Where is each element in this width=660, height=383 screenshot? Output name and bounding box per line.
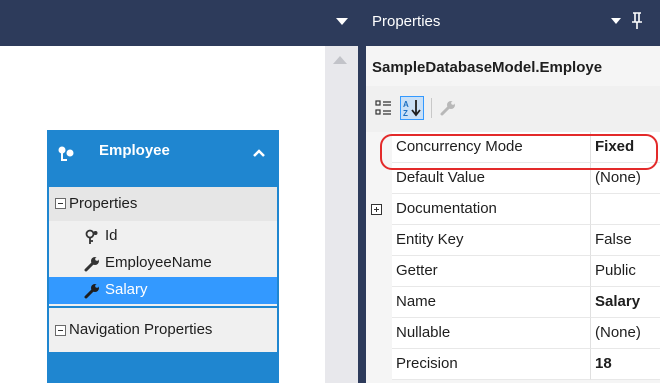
vertical-scrollbar[interactable] [325, 46, 358, 383]
object-selector[interactable]: SampleDatabaseModel.Employe [366, 46, 660, 86]
property-value: Salary [595, 293, 641, 310]
property-row-default-value[interactable]: Default Value (None) [366, 163, 660, 194]
property-name: Documentation [396, 200, 497, 217]
property-name: Nullable [396, 324, 451, 341]
property-name-cell[interactable]: Name [392, 287, 591, 318]
property-value-cell[interactable]: False [591, 225, 660, 256]
toolbar-divider [431, 98, 432, 118]
row-gutter [366, 225, 392, 256]
wrench-icon[interactable] [438, 98, 458, 118]
property-name-cell[interactable]: Concurrency Mode [392, 132, 591, 163]
designer-tab-bar [0, 0, 358, 46]
entity-title: Employee [99, 142, 170, 159]
property-row-name[interactable]: Name Salary [366, 287, 660, 318]
entity-shape[interactable]: Employee Properties Id EmployeeName Sala… [47, 130, 279, 383]
navigation-properties-section: Navigation Properties [49, 308, 277, 352]
wrench-icon [84, 284, 99, 299]
property-value-cell[interactable] [591, 194, 660, 225]
property-name-cell[interactable]: Precision [392, 349, 591, 380]
sort-az-button[interactable]: A Z [400, 96, 424, 120]
sort-az-icon: A Z [403, 100, 421, 118]
designer-dropdown-arrow-icon[interactable] [336, 18, 348, 25]
key-icon [85, 229, 98, 244]
entity-header[interactable]: Employee [47, 130, 279, 187]
entity-property-label: EmployeeName [105, 254, 212, 271]
entity-property-id[interactable]: Id [49, 223, 277, 250]
panel-splitter[interactable] [358, 0, 366, 383]
property-row-documentation[interactable]: Documentation [366, 194, 660, 225]
property-value: Fixed [595, 138, 635, 155]
object-name: SampleDatabaseModel.Employe [372, 59, 603, 76]
entity-property-label: Salary [105, 281, 148, 298]
wrench-icon [84, 257, 99, 272]
property-value-cell[interactable]: 18 [591, 349, 660, 380]
property-value: (None) [595, 324, 641, 341]
properties-section-header[interactable]: Properties [49, 187, 277, 221]
row-gutter [366, 349, 392, 380]
property-name-cell[interactable]: Entity Key [392, 225, 591, 256]
property-name: Entity Key [396, 231, 464, 248]
svg-text:A: A [403, 100, 409, 109]
row-gutter [366, 194, 392, 225]
property-name-cell[interactable]: Documentation [392, 194, 591, 225]
pin-icon[interactable] [630, 11, 644, 31]
property-row-concurrency-mode[interactable]: Concurrency Mode Fixed [366, 132, 660, 163]
properties-titlebar: Properties [366, 0, 660, 46]
property-name: Concurrency Mode [396, 138, 523, 155]
navigation-section-label: Navigation Properties [69, 321, 213, 338]
property-name-cell[interactable]: Getter [392, 256, 591, 287]
property-value-cell[interactable]: (None) [591, 318, 660, 349]
chevron-up-icon[interactable] [252, 148, 266, 158]
row-gutter [366, 132, 392, 163]
property-value-cell[interactable]: Salary [591, 287, 660, 318]
property-value-cell[interactable]: (None) [591, 163, 660, 194]
properties-section: Properties Id EmployeeName Salary [49, 187, 277, 306]
navigation-section-header[interactable]: Navigation Properties [49, 308, 277, 352]
properties-title: Properties [372, 13, 441, 30]
entity-icon [58, 146, 74, 161]
property-row-entity-key[interactable]: Entity Key False [366, 225, 660, 256]
entity-property-salary[interactable]: Salary [49, 277, 277, 304]
expand-plus-icon[interactable] [371, 204, 382, 215]
property-name-cell[interactable]: Default Value [392, 163, 591, 194]
property-name: Default Value [396, 169, 485, 186]
entity-property-employeename[interactable]: EmployeeName [49, 250, 277, 277]
property-name-cell[interactable]: Nullable [392, 318, 591, 349]
property-row-nullable[interactable]: Nullable (None) [366, 318, 660, 349]
row-gutter [366, 163, 392, 194]
property-value: Public [595, 262, 636, 279]
row-gutter [366, 318, 392, 349]
scroll-up-arrow-icon[interactable] [333, 56, 347, 64]
row-gutter [366, 287, 392, 318]
property-value: False [595, 231, 632, 248]
window-dropdown-icon[interactable] [611, 18, 621, 24]
property-value: (None) [595, 169, 641, 186]
property-value-cell[interactable]: Fixed [591, 132, 660, 163]
property-row-precision[interactable]: Precision 18 [366, 349, 660, 380]
property-row-getter[interactable]: Getter Public [366, 256, 660, 287]
property-name: Precision [396, 355, 458, 372]
collapse-minus-icon[interactable] [55, 198, 66, 209]
properties-window: Properties SampleDatabaseModel.Employe A… [366, 0, 660, 383]
property-value-cell[interactable]: Public [591, 256, 660, 287]
categorized-icon[interactable] [374, 98, 394, 118]
properties-toolbar: A Z [366, 86, 660, 132]
collapse-minus-icon[interactable] [55, 325, 66, 336]
entity-property-label: Id [105, 227, 118, 244]
properties-section-label: Properties [69, 195, 138, 212]
row-gutter [366, 256, 392, 287]
property-grid: Concurrency Mode Fixed Default Value (No… [366, 132, 660, 383]
property-name: Getter [396, 262, 438, 279]
property-name: Name [396, 293, 437, 310]
svg-text:Z: Z [403, 109, 408, 118]
property-value: 18 [595, 355, 612, 372]
